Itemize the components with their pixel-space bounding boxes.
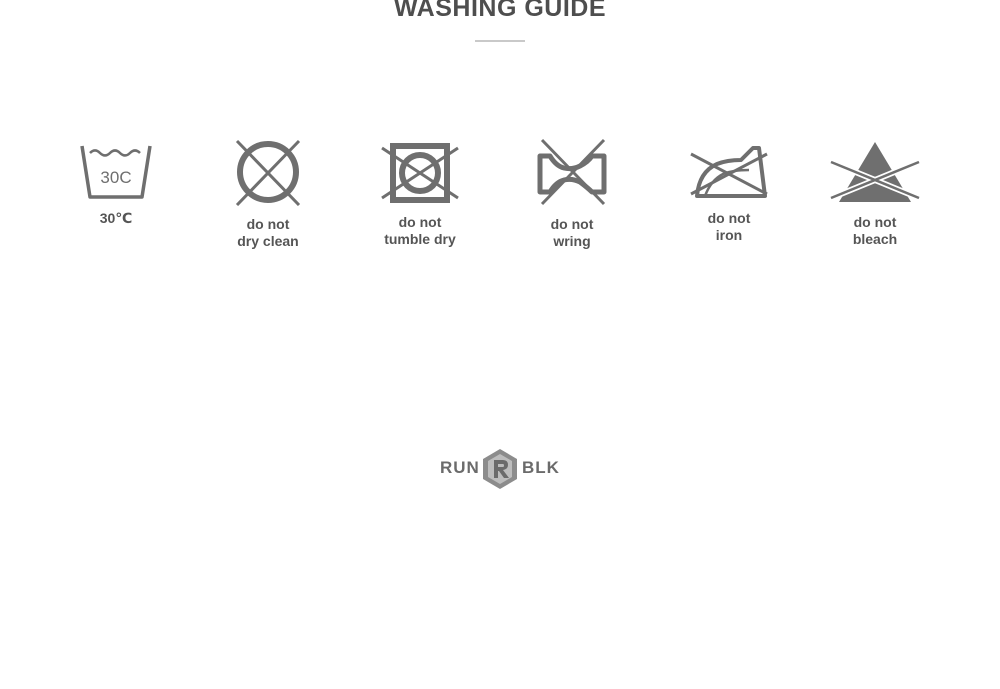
tumble-dry-label-line2: tumble dry bbox=[384, 231, 456, 247]
do-not-dry-clean-icon bbox=[235, 139, 301, 206]
iron-label-line2: iron bbox=[715, 227, 743, 243]
wash-30-icon: 30C bbox=[80, 145, 152, 199]
do-not-bleach-icon bbox=[829, 142, 921, 202]
wring-label-line1: do not bbox=[550, 216, 594, 232]
dry-clean-label-line1: do not bbox=[246, 216, 290, 232]
brand-hexagon-icon bbox=[483, 449, 517, 489]
bleach-label-line2: bleach bbox=[852, 231, 898, 247]
do-not-wring-icon bbox=[537, 138, 607, 206]
do-not-iron-icon bbox=[690, 146, 768, 198]
care-symbol-do-not-dry-clean: do not dry clean bbox=[222, 138, 314, 250]
wring-label-line2: wring bbox=[553, 233, 591, 249]
dry-clean-label-line2: dry clean bbox=[237, 233, 299, 249]
tumble-dry-label-line1: do not bbox=[398, 214, 442, 230]
care-symbol-do-not-bleach: do not bleach bbox=[826, 138, 924, 248]
iron-label-line1: do not bbox=[707, 210, 751, 226]
wash-temperature-text: 30C bbox=[100, 168, 131, 187]
care-symbol-do-not-wring: do not wring bbox=[526, 138, 618, 250]
do-not-tumble-dry-icon bbox=[381, 143, 459, 203]
title-divider bbox=[475, 40, 525, 42]
care-symbol-do-not-tumble-dry: do not tumble dry bbox=[374, 138, 466, 248]
brand-logo: RUN BLK bbox=[438, 448, 562, 490]
wash-30-label: 30℃ bbox=[99, 210, 133, 226]
bleach-label-line1: do not bbox=[853, 214, 897, 230]
brand-text-right: BLK bbox=[522, 458, 560, 477]
page-title: WASHING GUIDE bbox=[393, 0, 607, 22]
care-symbol-do-not-iron: do not iron bbox=[683, 138, 775, 244]
brand-text-left: RUN bbox=[440, 458, 480, 477]
care-symbol-wash-30: 30C 30℃ bbox=[70, 138, 162, 227]
